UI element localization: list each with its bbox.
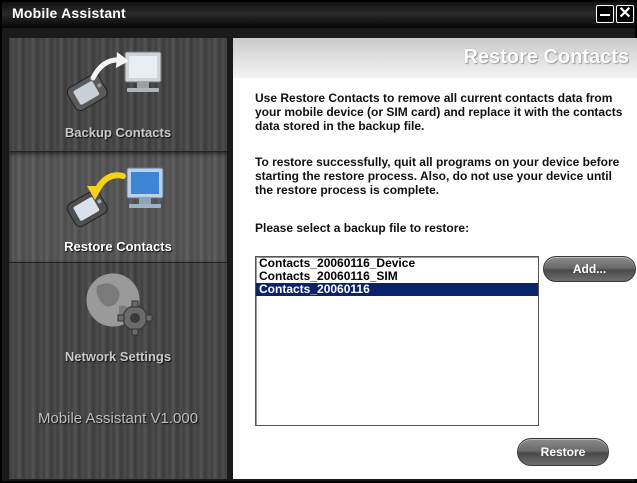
main-panel: Restore Contacts Use Restore Contacts to… bbox=[233, 38, 637, 479]
phone-restore-icon bbox=[66, 167, 164, 227]
panel-header: Restore Contacts bbox=[233, 38, 637, 78]
sidebar-item-label: Backup Contacts bbox=[64, 125, 172, 140]
sidebar-item-label: Network Settings bbox=[64, 349, 172, 364]
sidebar-item-backup-contacts[interactable]: Backup Contacts bbox=[9, 38, 227, 148]
list-item[interactable]: Contacts_20060116 bbox=[256, 283, 538, 296]
sidebar-item-network-settings[interactable]: Network Settings bbox=[9, 262, 227, 372]
select-prompt: Please select a backup file to restore: bbox=[255, 221, 470, 235]
add-button[interactable]: Add... bbox=[543, 256, 636, 282]
app-window: Mobile Assistant ✕ Backup Contacts Resto… bbox=[0, 0, 637, 483]
backup-file-list[interactable]: Contacts_20060116_Device Contacts_200601… bbox=[255, 256, 539, 426]
sidebar: Backup Contacts Restore Contacts Network… bbox=[9, 38, 227, 479]
minimize-icon[interactable] bbox=[596, 5, 614, 23]
page-title: Restore Contacts bbox=[463, 46, 629, 68]
restore-button[interactable]: Restore bbox=[517, 438, 609, 466]
app-version: Mobile Assistant V1.000 bbox=[37, 410, 199, 427]
sidebar-item-restore-contacts[interactable]: Restore Contacts bbox=[9, 151, 227, 263]
warning-text: To restore successfully, quit all progra… bbox=[255, 155, 620, 197]
close-icon[interactable]: ✕ bbox=[616, 5, 634, 23]
title-bar[interactable]: Mobile Assistant ✕ bbox=[2, 2, 635, 28]
phone-backup-icon bbox=[66, 51, 162, 111]
globe-gear-icon bbox=[86, 273, 153, 336]
intro-text: Use Restore Contacts to remove all curre… bbox=[255, 91, 623, 133]
sidebar-item-label: Restore Contacts bbox=[64, 239, 172, 254]
window-title: Mobile Assistant bbox=[12, 5, 126, 21]
